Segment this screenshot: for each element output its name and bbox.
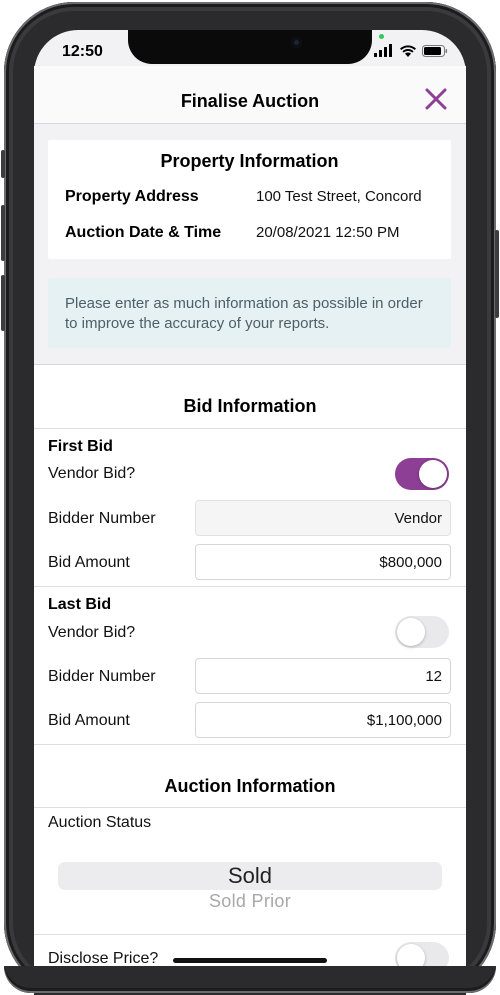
property-info-card: Property Information Property Address 10… <box>48 140 451 259</box>
wifi-icon <box>400 45 416 57</box>
first-bid-heading: First Bid <box>48 438 113 455</box>
property-address-value: 100 Test Street, Concord <box>256 188 422 205</box>
auction-status-label: Auction Status <box>48 814 152 831</box>
auction-info-title: Auction Information <box>164 776 336 796</box>
close-button[interactable] <box>424 87 448 111</box>
last-bidder-number-field[interactable] <box>195 658 451 694</box>
picker-option-selected[interactable]: Sold <box>58 863 442 889</box>
first-bidder-number-field[interactable] <box>195 500 451 536</box>
status-time: 12:50 <box>62 43 103 60</box>
close-icon <box>425 88 447 110</box>
auction-datetime-value: 20/08/2021 12:50 PM <box>256 224 400 241</box>
status-icons <box>374 44 454 58</box>
divider <box>34 586 466 587</box>
mute-switch <box>1 150 5 178</box>
auction-datetime-label: Auction Date & Time <box>65 224 222 241</box>
info-notice: Please enter as much information as poss… <box>48 278 451 348</box>
divider <box>34 807 466 808</box>
first-vendor-bid-toggle[interactable] <box>395 458 449 490</box>
front-camera <box>291 37 302 48</box>
first-bid-amount-label: Bid Amount <box>48 554 130 571</box>
cellular-signal-icon <box>374 44 392 57</box>
first-vendor-bid-label: Vendor Bid? <box>48 465 136 482</box>
divider <box>34 428 466 429</box>
last-vendor-bid-label: Vendor Bid? <box>48 624 136 641</box>
notch <box>128 30 372 64</box>
toggle-knob <box>419 460 447 488</box>
bid-info-title: Bid Information <box>183 396 317 416</box>
power-button <box>495 230 499 318</box>
first-bidder-number-label: Bidder Number <box>48 510 156 527</box>
bezel-bottom <box>4 966 496 993</box>
page-title: Finalise Auction <box>180 91 320 111</box>
property-info-title: Property Information <box>160 151 339 171</box>
info-notice-text: Please enter as much information as poss… <box>65 295 423 332</box>
last-bid-heading: Last Bid <box>48 596 112 613</box>
home-indicator <box>173 958 327 963</box>
last-bid-amount-label: Bid Amount <box>48 712 130 729</box>
picker-option[interactable]: Sold Prior <box>58 891 442 912</box>
nav-header: Finalise Auction <box>34 66 466 124</box>
divider <box>34 744 466 745</box>
property-address-label: Property Address <box>65 188 199 205</box>
toggle-knob <box>397 618 425 646</box>
last-bid-amount-field[interactable] <box>195 702 451 738</box>
volume-down-button <box>1 275 5 331</box>
divider <box>34 934 466 935</box>
last-vendor-bid-toggle[interactable] <box>395 616 449 648</box>
battery-icon <box>422 45 448 57</box>
last-bidder-number-label: Bidder Number <box>48 668 156 685</box>
first-bid-amount-field[interactable] <box>195 544 451 580</box>
volume-up-button <box>1 205 5 261</box>
camera-indicator <box>379 34 384 39</box>
